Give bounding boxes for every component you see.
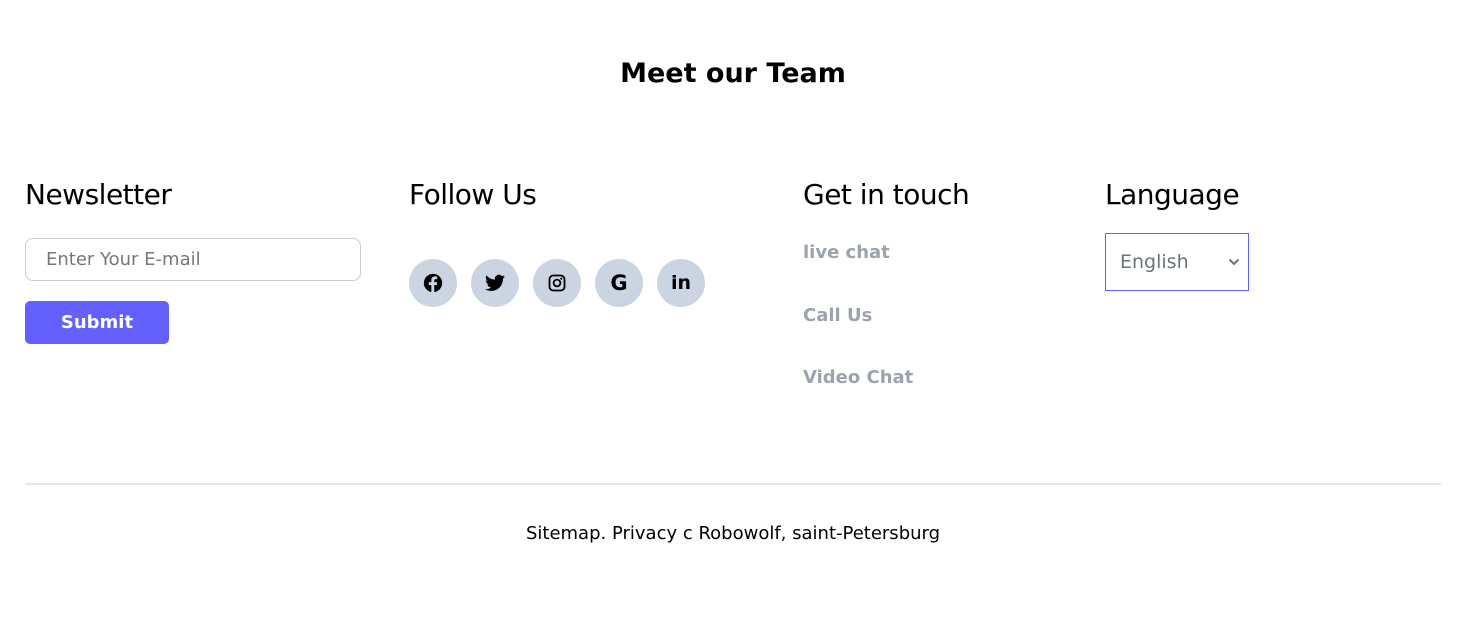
video-chat-link[interactable]: Video Chat — [803, 367, 913, 430]
call-us-link[interactable]: Call Us — [803, 305, 913, 368]
facebook-button[interactable] — [409, 259, 457, 307]
page-title: Meet our Team — [620, 58, 846, 89]
footer-text: Sitemap. Privacy c Robowolf, saint-Peter… — [525, 523, 941, 544]
instagram-button[interactable] — [533, 259, 581, 307]
follow-section: Follow Us G in — [409, 178, 705, 307]
live-chat-link[interactable]: live chat — [803, 242, 913, 305]
language-section: Language English — [1105, 178, 1249, 291]
contact-heading: Get in touch — [803, 178, 970, 211]
instagram-icon — [548, 274, 566, 292]
newsletter-heading: Newsletter — [25, 178, 172, 211]
language-select[interactable]: English — [1105, 233, 1249, 291]
follow-heading: Follow Us — [409, 178, 537, 211]
twitter-button[interactable] — [471, 259, 519, 307]
linkedin-icon: in — [670, 272, 692, 294]
chevron-down-icon — [1228, 258, 1240, 266]
linkedin-button[interactable]: in — [657, 259, 705, 307]
email-input[interactable] — [25, 238, 361, 281]
google-button[interactable]: G — [595, 259, 643, 307]
submit-button[interactable]: Submit — [25, 301, 169, 344]
language-selected: English — [1120, 251, 1189, 273]
language-heading: Language — [1105, 178, 1240, 211]
twitter-icon — [485, 274, 505, 291]
footer-divider — [25, 483, 1441, 485]
facebook-icon — [423, 273, 443, 293]
google-icon: G — [610, 271, 628, 295]
newsletter-section: Newsletter Submit — [25, 178, 361, 344]
contact-section: Get in touch live chat Call Us Video Cha… — [803, 178, 970, 388]
